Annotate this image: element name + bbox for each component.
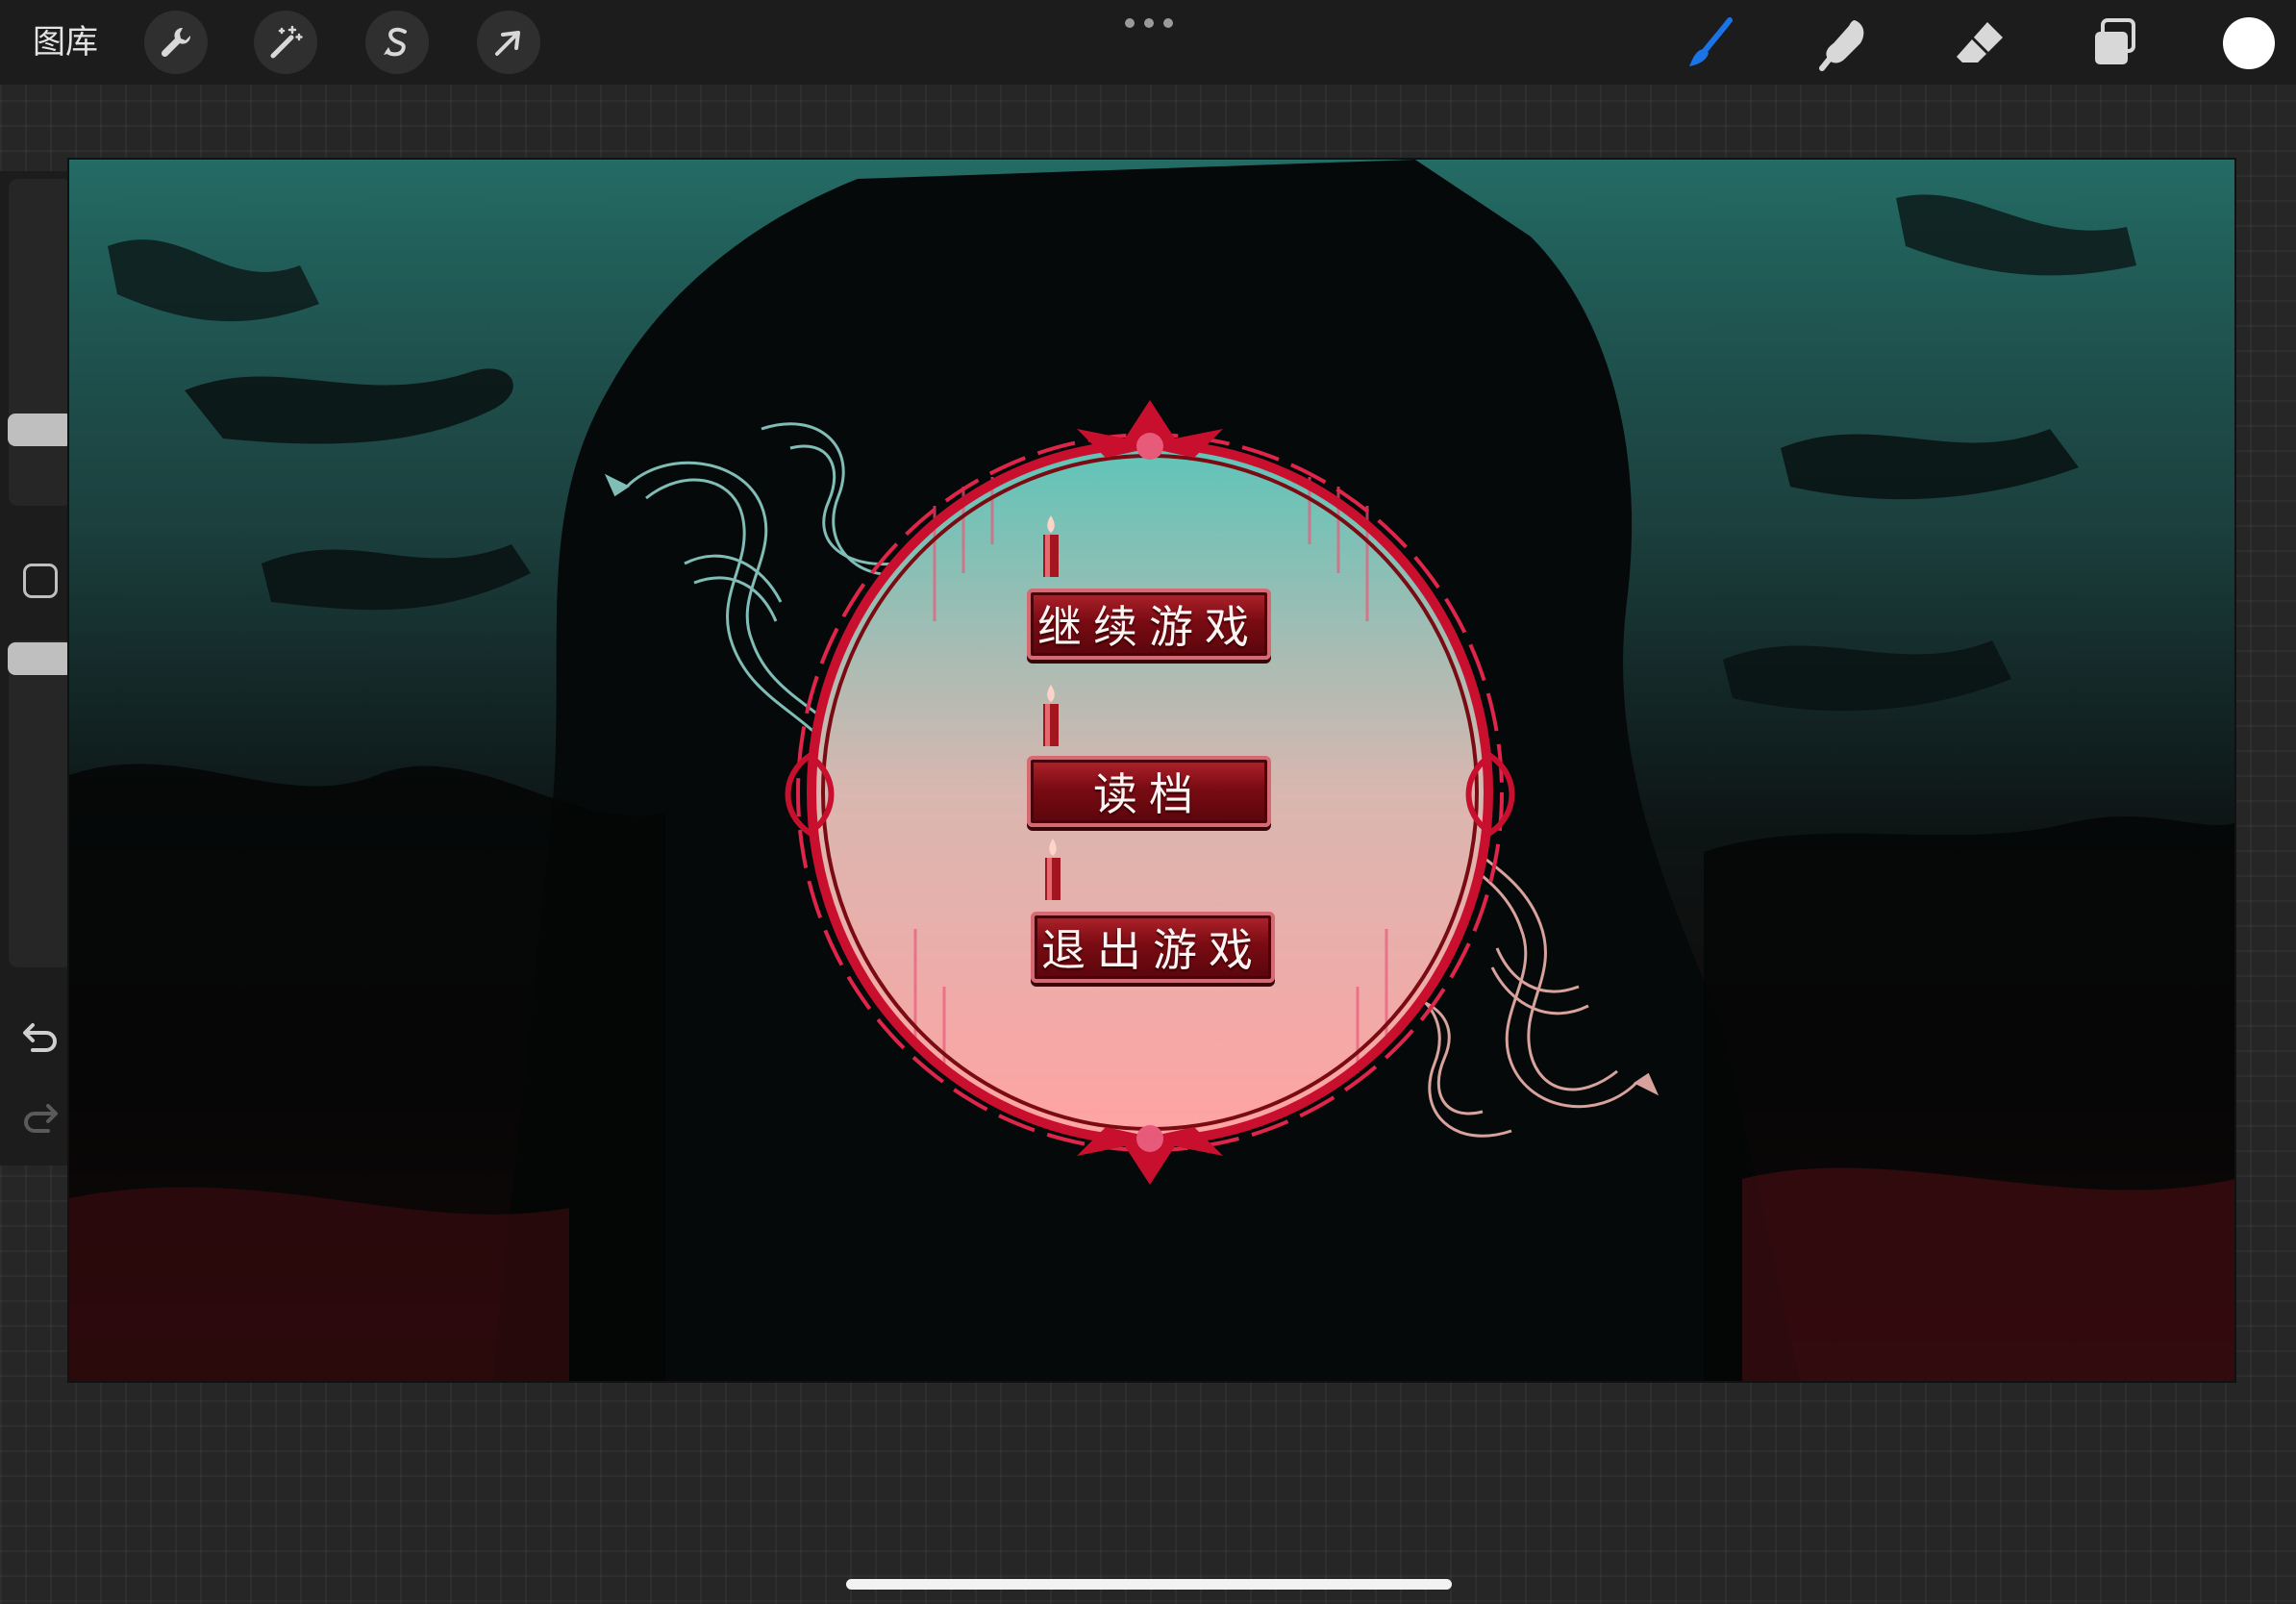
brush-size-slider[interactable]: [8, 179, 73, 506]
arrow-cursor-icon: [495, 31, 520, 56]
transform-button[interactable]: [477, 11, 540, 74]
smudge-finger-icon: [1819, 20, 1864, 71]
eraser-tool-button[interactable]: [1946, 10, 2013, 77]
smudge-tool-button[interactable]: [1811, 10, 1879, 77]
top-toolbar: 图库: [0, 0, 2296, 85]
layers-button[interactable]: [2081, 10, 2148, 77]
continue-game-button[interactable]: 继续游戏: [1027, 589, 1271, 660]
load-game-button[interactable]: 读档: [1027, 756, 1271, 827]
opacity-thumb[interactable]: [8, 642, 73, 675]
eraser-icon: [1957, 22, 2003, 63]
redo-icon[interactable]: [19, 1096, 62, 1139]
gallery-button[interactable]: 图库: [33, 19, 98, 65]
frame-crest-bottom: [1077, 1125, 1223, 1185]
selection-button[interactable]: [365, 11, 429, 74]
frame-crest-top: [1077, 400, 1223, 460]
undo-icon[interactable]: [19, 1015, 62, 1058]
square-modify-icon[interactable]: [23, 564, 58, 598]
quit-game-label: 退出游戏: [1041, 924, 1264, 976]
brush-icon: [1689, 17, 1733, 66]
more-dots-icon[interactable]: [1125, 15, 1173, 31]
drawing-canvas[interactable]: 继续游戏 读档 退出游戏: [69, 160, 2234, 1381]
magic-wand-icon: [270, 25, 303, 59]
home-indicator[interactable]: [846, 1579, 1452, 1590]
actions-button[interactable]: [144, 11, 208, 74]
layers-icon: [2095, 18, 2135, 64]
opacity-slider[interactable]: [8, 640, 73, 967]
color-swatch-button[interactable]: [2223, 17, 2275, 69]
wrench-icon: [161, 27, 191, 58]
adjustments-button[interactable]: [254, 11, 317, 74]
continue-game-label: 继续游戏: [1037, 601, 1260, 653]
selection-s-icon: [384, 27, 407, 57]
quit-game-button[interactable]: 退出游戏: [1031, 912, 1275, 983]
load-game-label: 读档: [1093, 768, 1205, 820]
brush-size-thumb[interactable]: [8, 414, 73, 446]
brush-tool-button[interactable]: [1677, 10, 1744, 77]
